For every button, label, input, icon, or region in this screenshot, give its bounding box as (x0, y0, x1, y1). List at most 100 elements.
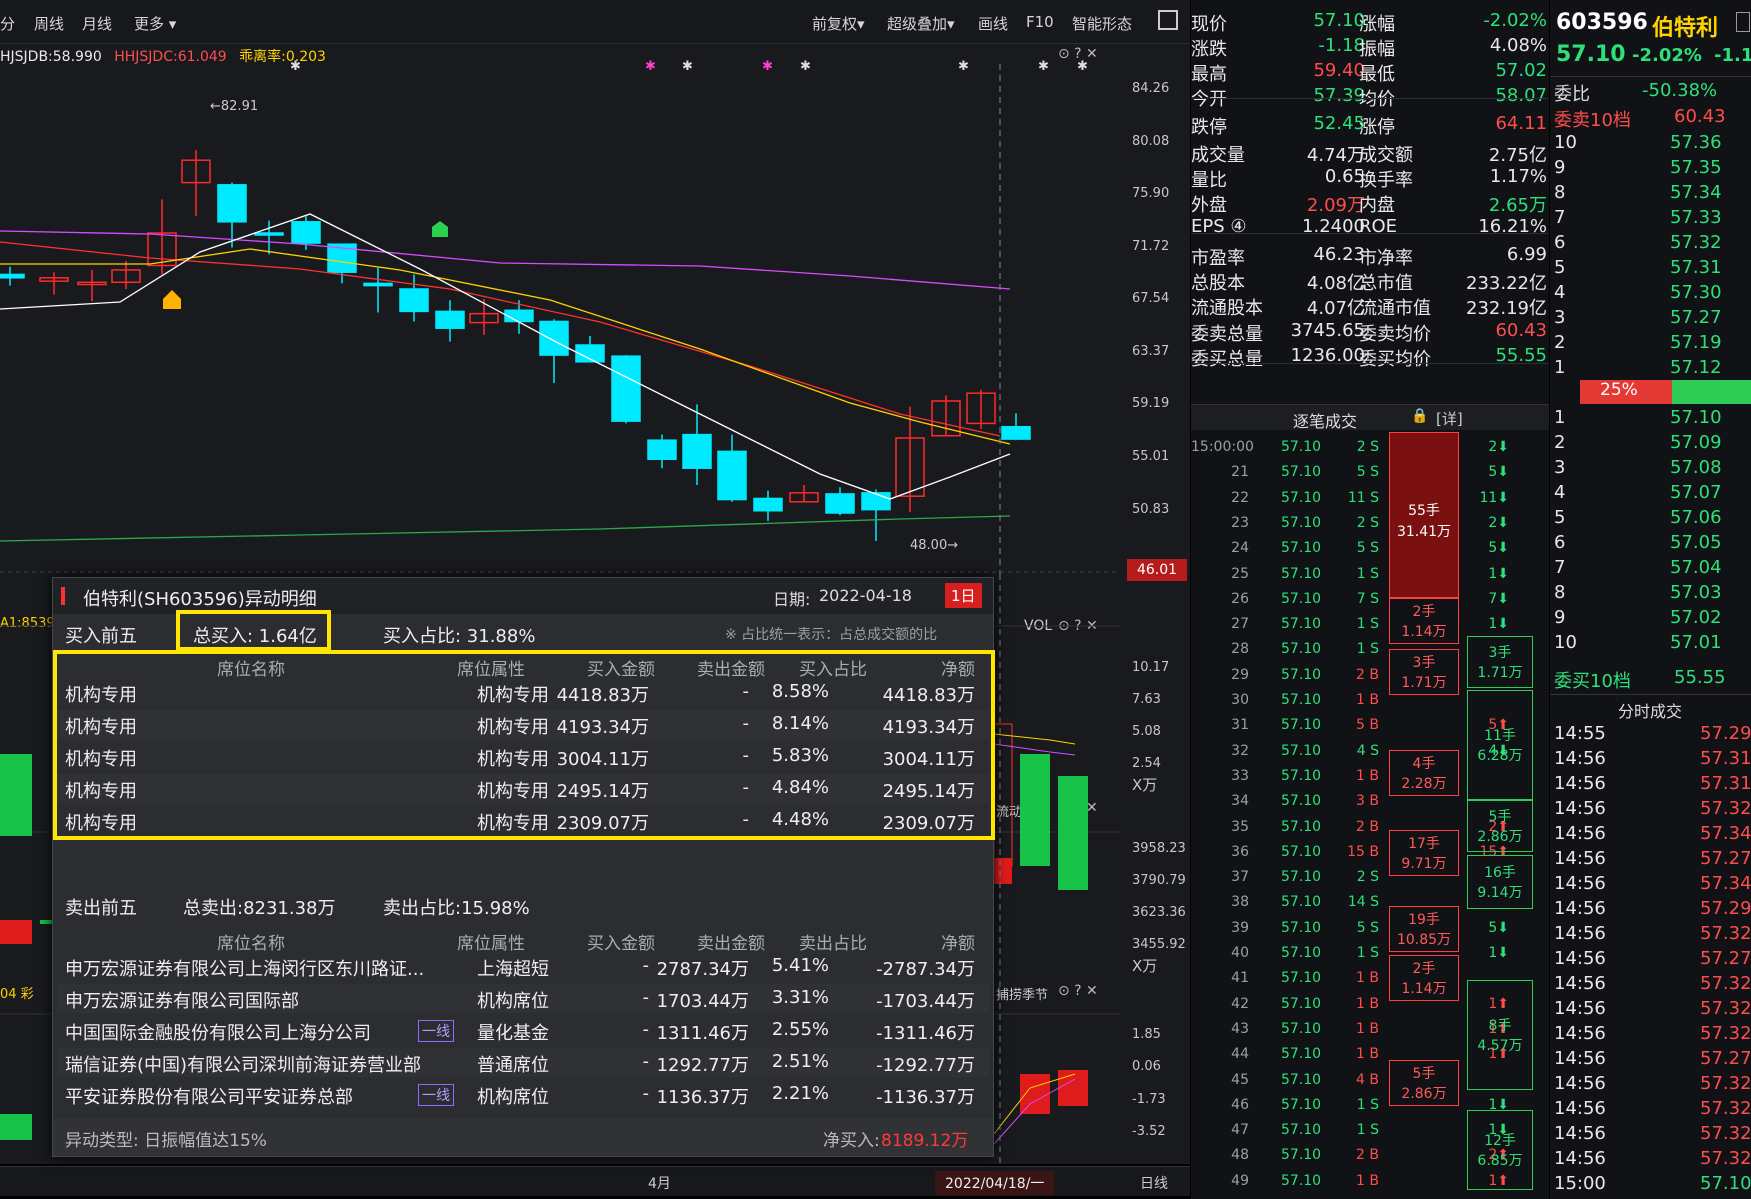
sell-sell-amount: 1292.77万 (656, 1055, 749, 1076)
toolbar-draw[interactable]: 画线 (978, 13, 1008, 34)
buy-ratio: 4.48% (771, 809, 829, 830)
right-order-block: 11手 6.28万 (1467, 690, 1533, 800)
buy-top5-label: 买入前五 (65, 626, 137, 647)
toolbar-adjust[interactable]: 前复权▾ (812, 13, 865, 34)
stock-code: 603596 (1556, 10, 1648, 35)
toolbar-overlay[interactable]: 超级叠加▾ (887, 13, 955, 34)
quote-value: 57.10 (1313, 10, 1365, 31)
season-tick: 1.85 (1132, 1027, 1161, 1042)
fs-row: 14:56 57.32 (1550, 797, 1751, 822)
tick-time: 26 (1231, 590, 1249, 607)
popup-title: 伯特利(SH603596)异动明细 (83, 589, 317, 610)
sell-top5-label: 卖出前五 (65, 898, 137, 919)
tick-row: 21 57.10 5 S 5⬇ (1191, 461, 1549, 486)
toolbar-week[interactable]: 周线 (34, 13, 64, 34)
tick-time: 49 (1231, 1172, 1249, 1189)
tick-volume: 1 B (1356, 1172, 1379, 1189)
buy-table-row: 机构专用 机构专用 4418.83万 -8.58% 4418.83万 (57, 678, 989, 707)
bid-price: 57.03 (1670, 582, 1722, 603)
quote-value: 4.08% (1489, 35, 1547, 56)
mid-order-amt: 1.14万 (1401, 981, 1447, 997)
quote-row: 流通股本 4.07亿 流通市值 232.19亿 (1191, 292, 1549, 320)
ticks-detail-link[interactable]: [详] (1436, 408, 1463, 429)
flow-bar (994, 858, 1012, 884)
bid-row: 9 57.02 (1550, 606, 1751, 631)
mid-order-block: 4手 2.28万 (1389, 750, 1459, 796)
sell-table-row: 中国国际金融股份有限公司上海分公司 一线 量化基金 -1311.46万 2.55% -13… (57, 1016, 989, 1045)
home-signal-icon (163, 290, 181, 309)
toolbar-more[interactable]: 更多 ▾ (134, 13, 176, 34)
sell-seat-name: 平安证券股份有限公司平安证券总部 (65, 1087, 353, 1108)
tick-price: 57.10 (1281, 692, 1322, 708)
fs-time: 14:56 (1554, 773, 1606, 794)
lock-icon[interactable]: 🔒 (1411, 408, 1428, 424)
quote-value: 3745.65 (1290, 320, 1365, 341)
tick-row: 24 57.10 5 S 5⬇ (1191, 537, 1549, 562)
ask-price: 57.32 (1670, 232, 1722, 253)
sell-seat-name: 申万宏源证券有限公司上海闵行区东川路证... (65, 959, 425, 980)
buy-ratio: 买入占比: 31.88% (383, 626, 536, 647)
mid-order-block: 2手 1.14万 (1389, 598, 1459, 644)
tick-time: 34 (1231, 793, 1249, 810)
sell-seat-type: 量化基金 (477, 1023, 549, 1044)
toolbar-month[interactable]: 月线 (82, 13, 112, 34)
tick-price: 57.10 (1281, 995, 1322, 1012)
toolbar-minute[interactable]: 分 (0, 13, 15, 34)
sell-sell-amount: 1703.44万 (656, 991, 749, 1012)
toolbar-pattern[interactable]: 智能形态 (1072, 13, 1132, 34)
quote-row: 外盘 2.09万 内盘 2.65万 (1191, 189, 1549, 217)
price-tick: 50.83 (1132, 502, 1170, 517)
buy-ratio: 5.83% (771, 745, 829, 766)
toolbar-f10[interactable]: F10 (1026, 13, 1054, 31)
period-badge[interactable]: 1日 (945, 583, 982, 608)
vol-tick: 2.54 (1132, 756, 1161, 771)
layout-toggle-icon[interactable] (1158, 10, 1178, 30)
tick-volume: 1 B (1356, 1020, 1379, 1037)
right-order-block: 3手 1.71万 (1467, 636, 1533, 688)
fs-time: 14:56 (1554, 748, 1606, 769)
quote-row: 涨跌 -1.18 振幅 4.08% (1191, 33, 1549, 61)
quote-value: 58.07 (1495, 85, 1547, 106)
fs-price: 57.32 (1700, 973, 1751, 994)
ask-price: 57.36 (1670, 132, 1722, 153)
x-axis-period[interactable]: 日线 (1140, 1173, 1168, 1193)
sell-table-row: 瑞信证券(中国)有限公司深圳前海证券营业部 普通席位 -1292.77万 2.51% -… (57, 1048, 989, 1077)
quote-value: 52.45 (1313, 113, 1365, 134)
quote-row: 成交量 4.74万 成交额 2.75亿 (1191, 139, 1549, 167)
x-axis: 4月 2022/04/18/一 日线 (0, 1166, 1190, 1196)
window-icon[interactable] (1736, 12, 1750, 32)
mid-order-block: 17手 9.71万 (1389, 830, 1459, 876)
moving-average-line (0, 230, 1011, 290)
ask-level: 3 (1554, 307, 1566, 328)
total-sell: 总卖出:8231.38万 (183, 898, 336, 919)
tick-time: 39 (1231, 919, 1249, 936)
buy-buy-amount: 4193.34万 (556, 717, 649, 738)
ask-price: 57.19 (1670, 332, 1722, 353)
bid-price: 57.07 (1670, 482, 1722, 503)
divider (1550, 76, 1751, 77)
seat-tag-badge[interactable]: 一线 (418, 1084, 454, 1106)
tick-volume: 2 B (1356, 1147, 1379, 1164)
mid-order-amt: 1.71万 (1401, 675, 1447, 691)
mid-order-block: 3手 1.71万 (1389, 649, 1459, 695)
tick-flag: 5⬇ (1488, 919, 1509, 936)
candlestick-chart[interactable]: ✱ ✱ ✱ ✱ ✱ ✱ ✱ ✱ (0, 44, 1120, 574)
tick-flag: 11⬇ (1479, 489, 1509, 506)
fs-row: 14:56 57.29 (1550, 897, 1751, 922)
tick-time: 46 (1231, 1096, 1249, 1113)
fs-time: 15:00 (1554, 1173, 1606, 1194)
fs-price: 57.34 (1700, 823, 1751, 844)
quote-row: 跌停 52.45 涨停 64.11 (1191, 111, 1549, 139)
right-order-qty: 12手 (1484, 1133, 1516, 1149)
right-order-block: 12手 6.85万 (1467, 1110, 1533, 1190)
book-price: 57.10 (1556, 42, 1626, 67)
tick-volume: 15 B (1347, 843, 1379, 860)
tick-time: 25 (1231, 565, 1249, 582)
candle-body (363, 282, 393, 287)
weibi-value: -50.38% (1642, 80, 1718, 101)
sell10-value: 60.43 (1674, 106, 1726, 127)
sell-net: -1703.44万 (876, 991, 975, 1012)
seat-tag-badge[interactable]: 一线 (418, 1020, 454, 1042)
tick-price: 57.10 (1281, 818, 1322, 835)
tick-price: 57.10 (1281, 616, 1322, 633)
